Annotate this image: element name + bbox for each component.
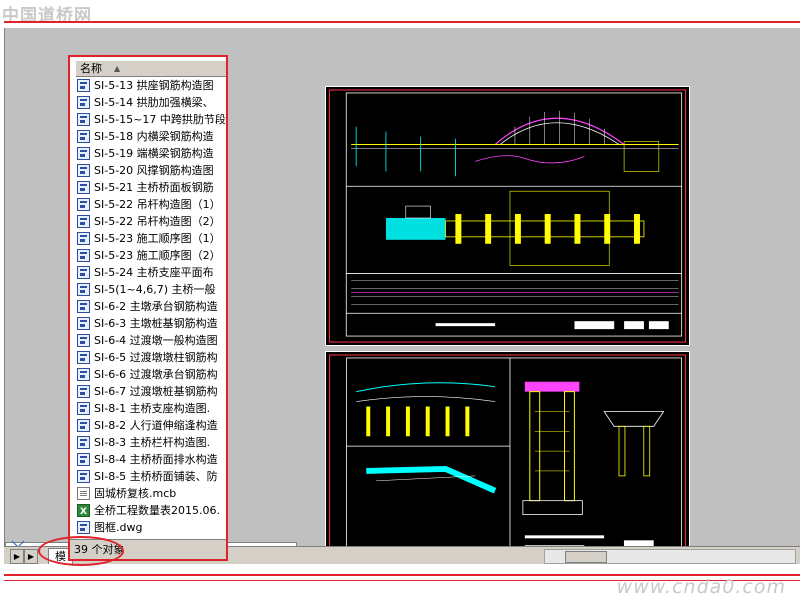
pier-detail-drawing xyxy=(329,354,686,573)
file-list-item[interactable]: SI-6-5 过渡墩墩柱钢筋构 xyxy=(76,349,226,366)
cad-drawing-icon xyxy=(77,300,90,313)
file-name: SI-5-15~17 中跨拱肋节段 xyxy=(94,113,226,126)
horizontal-scrollbar[interactable] xyxy=(544,549,796,564)
file-name: SI-6-3 主墩桩基钢筋构造 xyxy=(94,317,218,330)
file-name: SI-6-5 过渡墩墩柱钢筋构 xyxy=(94,351,218,364)
file-list-item[interactable]: SI-5-22 吊杆构造图（1） xyxy=(76,196,226,213)
top-banner: 中国道桥网 xyxy=(0,0,800,28)
file-list-item[interactable]: SI-5-18 内横梁钢筋构造 xyxy=(76,128,226,145)
file-name: SI-5-13 拱座钢筋构造图 xyxy=(94,79,214,92)
file-name: SI-8-3 主桥栏杆构造图. xyxy=(94,436,211,449)
cad-drawing-icon xyxy=(77,147,90,160)
file-list: SI-5-13 拱座钢筋构造图 SI-5-14 拱肋加强横梁、 SI-5-15~17… xyxy=(76,77,226,536)
highlight-oval xyxy=(38,536,124,566)
cad-drawing-icon xyxy=(77,402,90,415)
file-name: SI-5-21 主桥桥面板钢筋 xyxy=(94,181,214,194)
cad-drawing-icon xyxy=(77,521,90,534)
file-list-item[interactable]: SI-5-19 端横梁钢筋构造 xyxy=(76,145,226,162)
file-list-item[interactable]: SI-6-3 主墩桩基钢筋构造 xyxy=(76,315,226,332)
file-name: SI-6-2 主墩承台钢筋构造 xyxy=(94,300,218,313)
file-name: SI-8-4 主桥桥面排水构造 xyxy=(94,453,218,466)
cad-drawing-icon xyxy=(77,283,90,296)
file-list-item[interactable]: SI-5-21 主桥桥面板钢筋 xyxy=(76,179,226,196)
file-name: SI-6-6 过渡墩承台钢筋构 xyxy=(94,368,218,381)
file-name: 全桥工程数量表2015.06. xyxy=(94,504,220,517)
file-name: 图框.dwg xyxy=(94,521,143,534)
file-list-item[interactable]: SI-5-22 吊杆构造图（2） xyxy=(76,213,226,230)
cad-drawing-icon xyxy=(77,249,90,262)
cad-drawing-icon xyxy=(77,215,90,228)
file-list-item[interactable]: SI-8-3 主桥栏杆构造图. xyxy=(76,434,226,451)
first-tab-icon[interactable]: ▶ xyxy=(10,549,24,564)
cad-drawing-icon xyxy=(77,266,90,279)
cad-drawing-icon xyxy=(77,351,90,364)
file-list-panel[interactable]: 名称 ▲ SI-5-13 拱座钢筋构造图 SI-5-14 拱肋加强横梁、 SI-5-… xyxy=(68,55,228,561)
file-list-item[interactable]: 图框.dwg xyxy=(76,519,226,536)
file-name: SI-5-23 施工顺序图（2） xyxy=(94,249,221,262)
cad-drawing-icon xyxy=(77,164,90,177)
file-name: SI-8-5 主桥桥面铺装、防 xyxy=(94,470,218,483)
bottom-banner: www.cnda0.com xyxy=(0,564,800,600)
file-name: SI-6-4 过渡墩一般构造图 xyxy=(94,334,218,347)
cad-drawing-icon xyxy=(77,368,90,381)
cad-drawing-icon xyxy=(77,334,90,347)
file-name: SI-5-22 吊杆构造图（1） xyxy=(94,198,221,211)
cad-drawing-icon xyxy=(77,385,90,398)
file-name: SI-5-24 主桥支座平面布 xyxy=(94,266,214,279)
file-list-item[interactable]: SI-8-4 主桥桥面排水构造 xyxy=(76,451,226,468)
file-name: 固城桥复核.mcb xyxy=(94,487,177,500)
file-list-item[interactable]: SI-8-1 主桥支座构造图. xyxy=(76,400,226,417)
file-list-item[interactable]: SI-6-4 过渡墩一般构造图 xyxy=(76,332,226,349)
name-column-header[interactable]: 名称 ▲ xyxy=(76,61,226,77)
file-name: SI-8-1 主桥支座构造图. xyxy=(94,402,211,415)
file-name: SI-5-23 施工顺序图（1） xyxy=(94,232,221,245)
next-tab-icon[interactable]: ▶ xyxy=(24,549,38,564)
file-list-item[interactable]: SI-6-7 过渡墩桩基钢筋构 xyxy=(76,383,226,400)
cad-drawing-icon xyxy=(77,317,90,330)
column-header-label: 名称 xyxy=(80,62,102,75)
cad-drawing-icon xyxy=(77,453,90,466)
file-name: SI-5-20 风撑钢筋构造图 xyxy=(94,164,214,177)
file-list-item[interactable]: 全桥工程数量表2015.06. xyxy=(76,502,226,519)
drawing-sheet-arch-bridge[interactable] xyxy=(325,86,690,346)
file-list-item[interactable]: 固城桥复核.mcb xyxy=(76,485,226,502)
file-name: SI-5-18 内横梁钢筋构造 xyxy=(94,130,214,143)
cad-drawing-icon xyxy=(77,79,90,92)
file-list-item[interactable]: SI-5-20 风撑钢筋构造图 xyxy=(76,162,226,179)
file-list-item[interactable]: SI-8-2 人行道伸缩逢构造 xyxy=(76,417,226,434)
cad-drawing-icon xyxy=(77,198,90,211)
file-name: SI-5(1~4,6,7) 主桥一般 xyxy=(94,283,216,296)
file-name: SI-5-22 吊杆构造图（2） xyxy=(94,215,221,228)
file-list-item[interactable]: SI-5-14 拱肋加强横梁、 xyxy=(76,94,226,111)
arch-bridge-drawing xyxy=(328,89,687,343)
site-watermark: www.cnda0.com xyxy=(616,576,786,598)
cad-drawing-icon xyxy=(77,419,90,432)
file-name: SI-8-2 人行道伸缩逢构造 xyxy=(94,419,218,432)
file-list-item[interactable]: SI-5-23 施工顺序图（1） xyxy=(76,230,226,247)
file-list-item[interactable]: SI-5-23 施工顺序图（2） xyxy=(76,247,226,264)
cad-drawing-icon xyxy=(77,130,90,143)
top-red-rule xyxy=(4,21,800,23)
generic-file-icon xyxy=(77,487,90,500)
file-list-item[interactable]: SI-5-13 拱座钢筋构造图 xyxy=(76,77,226,94)
excel-file-icon xyxy=(77,504,90,519)
file-list-item[interactable]: SI-5-24 主桥支座平面布 xyxy=(76,264,226,281)
file-name: SI-5-14 拱肋加强横梁、 xyxy=(94,96,214,109)
cad-drawing-icon xyxy=(77,181,90,194)
cad-drawing-icon xyxy=(77,470,90,483)
file-name: SI-6-7 过渡墩桩基钢筋构 xyxy=(94,385,218,398)
cad-drawing-icon xyxy=(77,436,90,449)
file-list-item[interactable]: SI-6-2 主墩承台钢筋构造 xyxy=(76,298,226,315)
file-list-item[interactable]: SI-5(1~4,6,7) 主桥一般 xyxy=(76,281,226,298)
file-list-item[interactable]: SI-8-5 主桥桥面铺装、防 xyxy=(76,468,226,485)
file-name: SI-5-19 端横梁钢筋构造 xyxy=(94,147,214,160)
file-list-item[interactable]: SI-5-15~17 中跨拱肋节段 xyxy=(76,111,226,128)
drawing-sheet-pier-detail[interactable] xyxy=(325,351,690,576)
cad-drawing-icon xyxy=(77,232,90,245)
cad-drawing-icon xyxy=(77,113,90,126)
sort-ascending-icon: ▲ xyxy=(114,64,121,73)
scrollbar-thumb[interactable] xyxy=(565,551,607,563)
cad-drawing-icon xyxy=(77,96,90,109)
file-list-item[interactable]: SI-6-6 过渡墩承台钢筋构 xyxy=(76,366,226,383)
